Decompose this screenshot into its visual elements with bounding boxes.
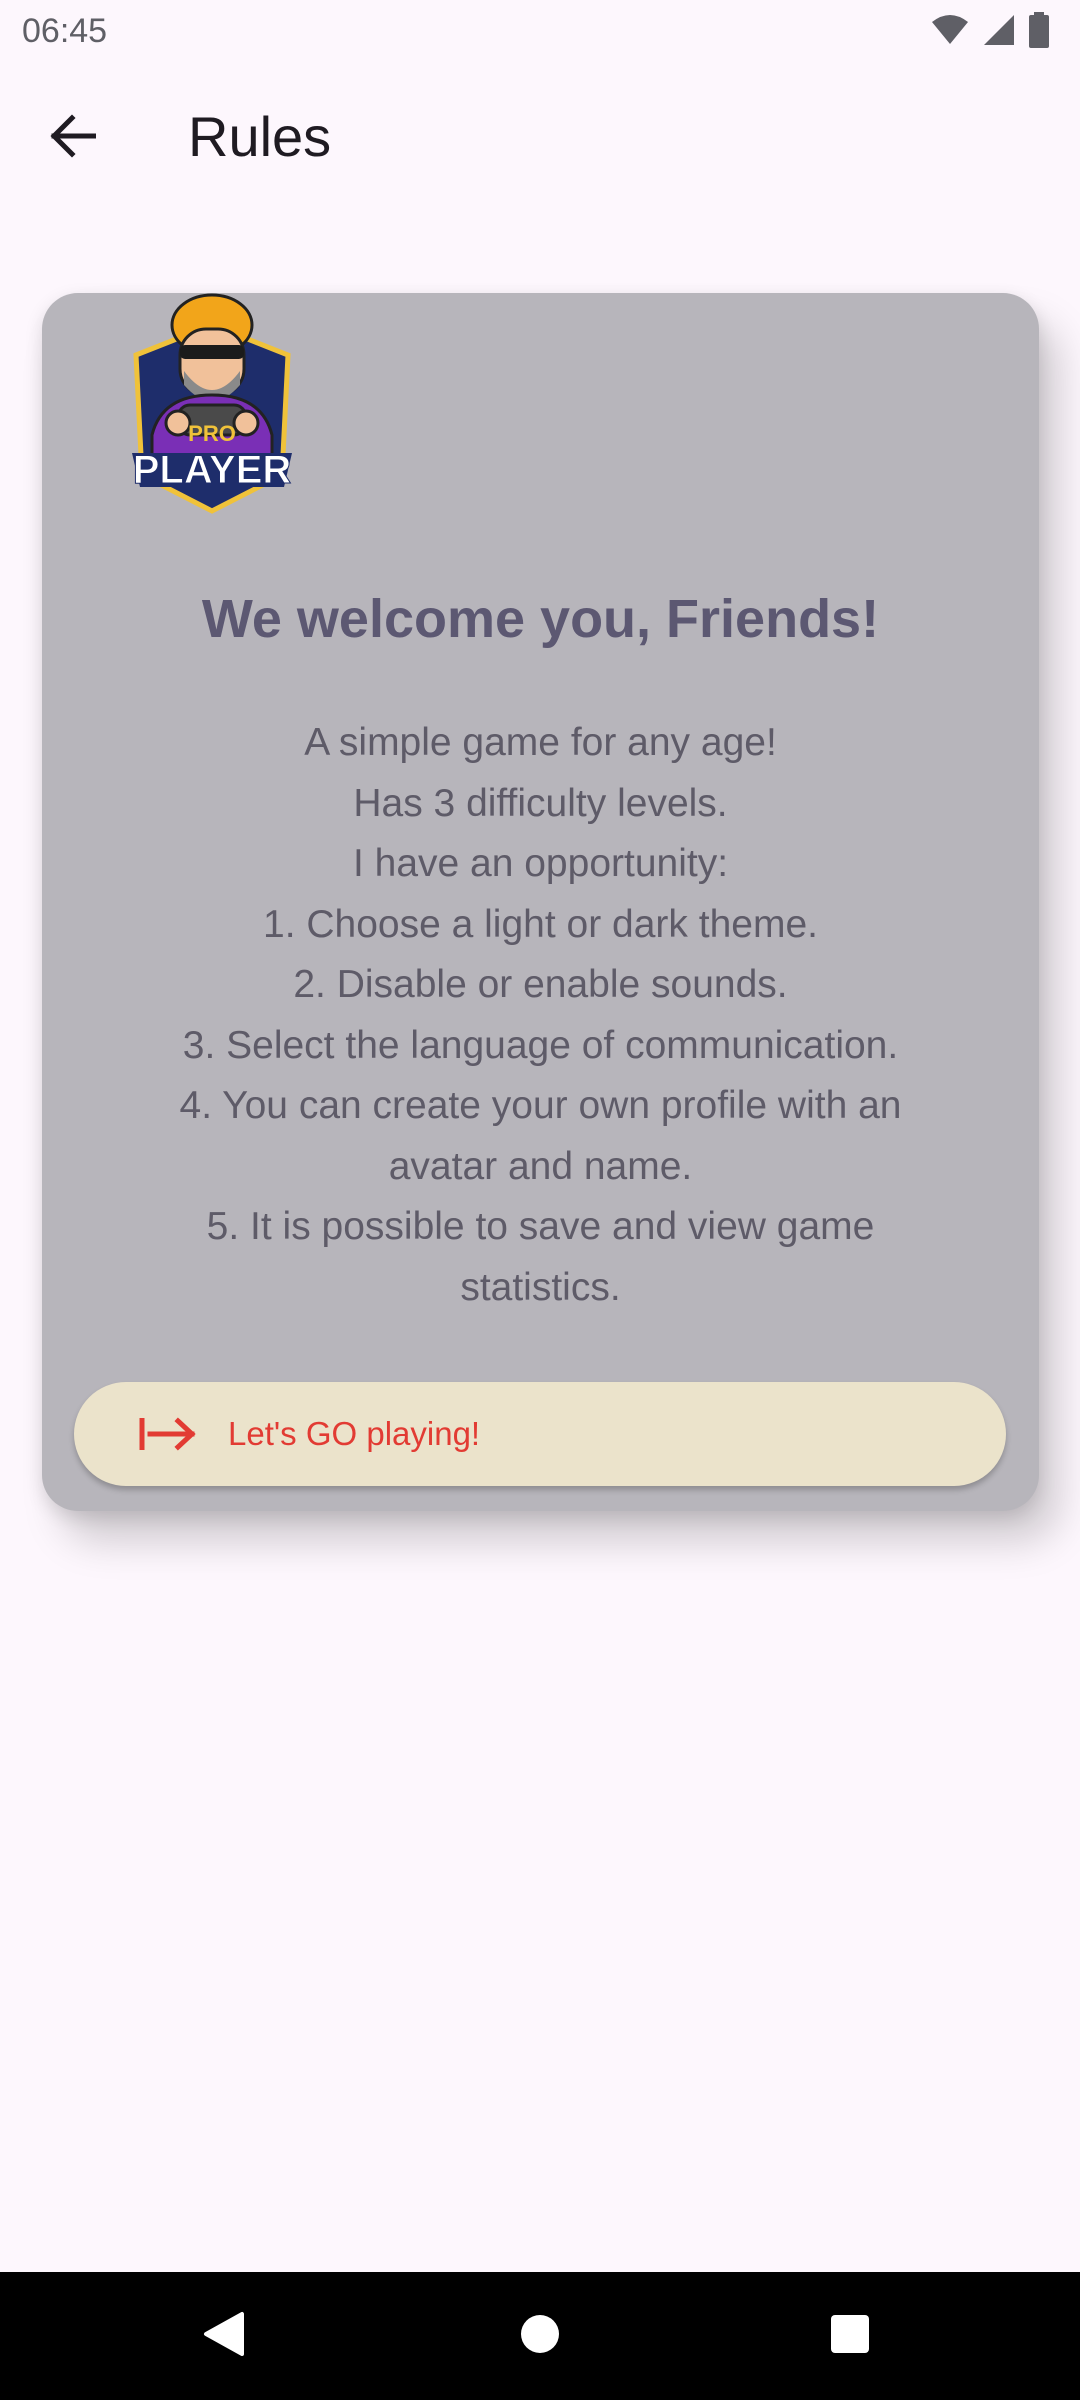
app-bar: Rules bbox=[0, 70, 1080, 200]
welcome-title: We welcome you, Friends! bbox=[201, 589, 880, 649]
rules-card: PRO PLAYER We welcome you, Friends! A si… bbox=[42, 293, 1039, 1511]
login-arrow-icon bbox=[138, 1414, 198, 1454]
wifi-icon bbox=[930, 14, 970, 51]
rules-line: 4. You can create your own profile with … bbox=[179, 1084, 902, 1127]
status-time: 06:45 bbox=[22, 12, 108, 50]
nav-home-icon bbox=[520, 2314, 560, 2359]
battery-icon bbox=[1028, 12, 1050, 53]
lets-go-playing-label: Let's GO playing! bbox=[228, 1415, 481, 1452]
rules-line: 2. Disable or enable sounds. bbox=[293, 963, 788, 1006]
status-icons bbox=[930, 12, 1050, 53]
rules-list: A simple game for any age! Has 3 difficu… bbox=[102, 713, 979, 1318]
rules-line: 1. Choose a light or dark theme. bbox=[263, 902, 818, 946]
nav-back-button[interactable] bbox=[164, 2272, 284, 2400]
nav-recents-button[interactable] bbox=[790, 2272, 910, 2400]
rules-line: A simple game for any age! bbox=[304, 721, 777, 764]
pro-player-logo: PRO PLAYER bbox=[122, 285, 302, 517]
rules-line: 3. Select the language of communication. bbox=[182, 1023, 899, 1067]
rules-line: statistics. bbox=[460, 1265, 621, 1309]
nav-recents-icon bbox=[829, 2313, 871, 2360]
svg-text:PRO: PRO bbox=[188, 421, 236, 446]
page-title: Rules bbox=[188, 105, 332, 168]
rules-line: I have an opportunity: bbox=[352, 842, 729, 885]
signal-icon bbox=[982, 13, 1016, 52]
arrow-back-icon bbox=[48, 113, 97, 163]
rules-line: Has 3 difficulty levels. bbox=[353, 781, 728, 825]
rules-line: avatar and name. bbox=[388, 1144, 693, 1188]
back-button[interactable] bbox=[36, 102, 108, 174]
system-nav-bar bbox=[0, 2272, 1080, 2400]
status-bar: 06:45 bbox=[0, 0, 1080, 64]
rules-line: 5. It is possible to save and view game bbox=[206, 1205, 875, 1248]
svg-text:PLAYER: PLAYER bbox=[133, 448, 292, 492]
nav-home-button[interactable] bbox=[480, 2272, 600, 2400]
lets-go-playing-button[interactable]: Let's GO playing! bbox=[74, 1382, 1006, 1486]
nav-back-icon bbox=[202, 2310, 246, 2363]
